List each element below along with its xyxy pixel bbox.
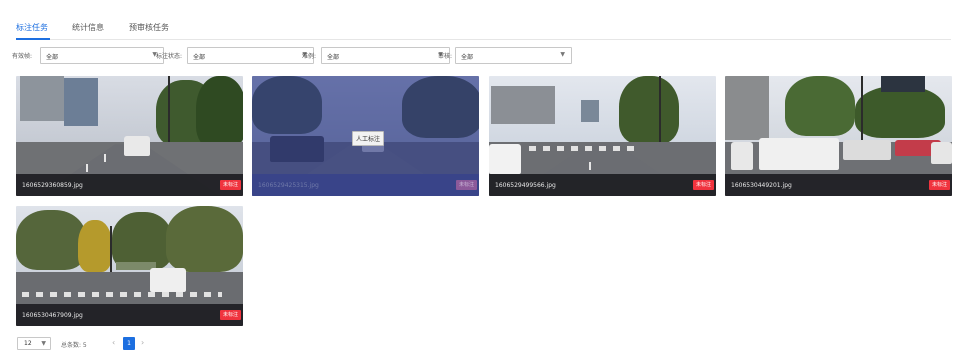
- manual-annotate-button[interactable]: 人工标注: [352, 131, 385, 146]
- image-caption: 1606530449201.jpg 未标注: [725, 174, 952, 196]
- page-size-value: 12: [24, 340, 32, 347]
- image-caption: 1606530467909.jpg 未标注: [16, 304, 243, 326]
- active-tab-indicator: [16, 38, 50, 40]
- image-filename: 1606529425315.jpg: [258, 182, 319, 189]
- annotation-status-select[interactable]: 全部 ▼: [187, 47, 314, 64]
- review-value: 全部: [461, 54, 474, 61]
- chevron-down-icon: ▼: [41, 340, 46, 347]
- status-badge: 未标注: [455, 180, 477, 190]
- review-label: 审核:: [438, 53, 453, 60]
- image-card[interactable]: 1606530467909.jpg 未标注: [16, 206, 243, 326]
- valid-frame-value: 全部: [46, 54, 59, 61]
- status-badge: 未标注: [219, 310, 241, 320]
- page-button-current[interactable]: 1: [123, 337, 135, 350]
- valid-frame-label: 有效帧:: [12, 53, 33, 60]
- tab-statistics[interactable]: 统计信息: [72, 22, 104, 33]
- next-page-icon[interactable]: ›: [141, 338, 144, 347]
- status-badge: 未标注: [692, 180, 714, 190]
- image-card[interactable]: 1606529499566.jpg 未标注: [489, 76, 716, 196]
- task-tabs: 标注任务 统计信息 预审核任务: [16, 18, 951, 40]
- image-card-hovered[interactable]: 人工标注 1606529425315.jpg 未标注: [252, 76, 479, 196]
- valid-frame-select[interactable]: 全部 ▼: [40, 47, 164, 64]
- hard-case-label: 难例:: [302, 53, 317, 60]
- hard-case-select[interactable]: 全部 ▼: [321, 47, 450, 64]
- tab-annotation-task[interactable]: 标注任务: [16, 22, 48, 33]
- image-card[interactable]: 1606529360859.jpg 未标注: [16, 76, 243, 196]
- annotation-status-label: 标注状态:: [156, 53, 183, 60]
- chevron-down-icon: ▼: [560, 51, 565, 58]
- image-filename: 1606529499566.jpg: [495, 182, 556, 189]
- review-select[interactable]: 全部 ▼: [455, 47, 572, 64]
- tab-pre-review-task[interactable]: 预审核任务: [129, 22, 169, 33]
- pagination: 12 ▼ 总条数: 5 ‹ 1 ›: [17, 337, 317, 351]
- prev-page-icon[interactable]: ‹: [112, 338, 115, 347]
- image-caption: 1606529425315.jpg 未标注: [252, 174, 479, 196]
- image-filename: 1606530467909.jpg: [22, 312, 83, 319]
- hard-case-value: 全部: [327, 54, 340, 61]
- annotation-status-value: 全部: [193, 54, 206, 61]
- status-badge: 未标注: [928, 180, 950, 190]
- filter-bar: 有效帧: 全部 ▼ 标注状态: 全部 ▼ 难例: 全部 ▼ 审核: 全部 ▼: [12, 47, 612, 64]
- total-count: 总条数: 5: [61, 342, 87, 349]
- image-caption: 1606529360859.jpg 未标注: [16, 174, 243, 196]
- image-filename: 1606530449201.jpg: [731, 182, 792, 189]
- image-filename: 1606529360859.jpg: [22, 182, 83, 189]
- page-size-select[interactable]: 12 ▼: [17, 337, 51, 350]
- image-caption: 1606529499566.jpg 未标注: [489, 174, 716, 196]
- image-card[interactable]: 1606530449201.jpg 未标注: [725, 76, 952, 196]
- status-badge: 未标注: [219, 180, 241, 190]
